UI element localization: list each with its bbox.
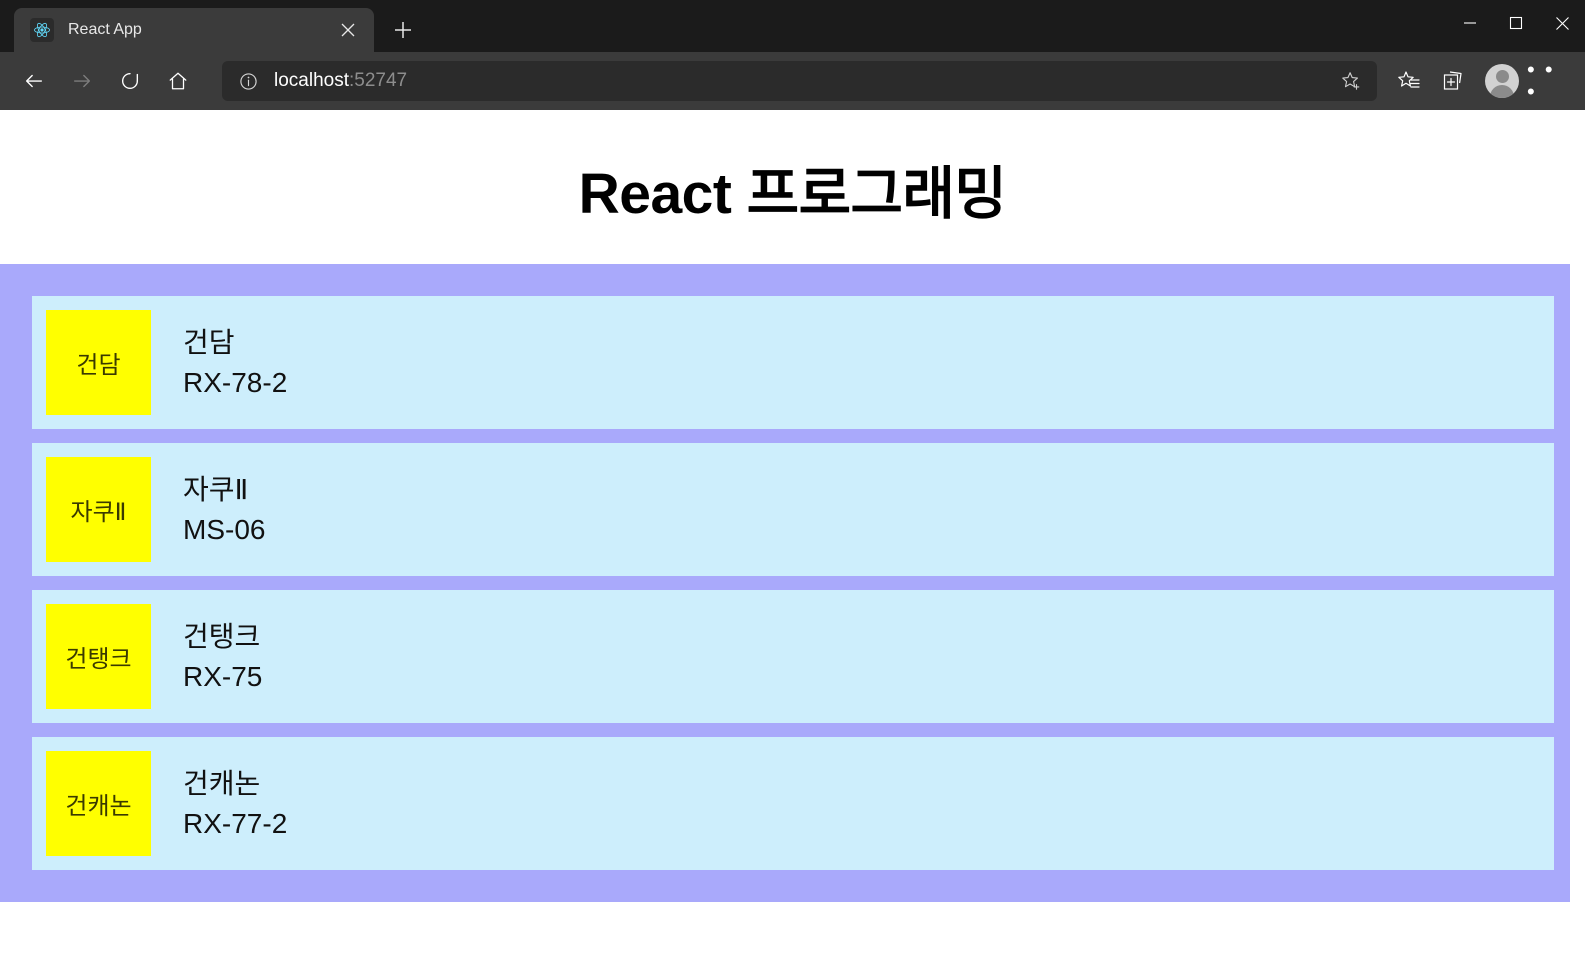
- avatar-body: [1490, 85, 1514, 98]
- toolbar-actions: • • •: [1389, 57, 1571, 104]
- item-name: 건탱크: [183, 620, 261, 652]
- list-item[interactable]: 건탱크 건탱크 RX-75: [32, 590, 1554, 723]
- address-bar-url: localhost:52747: [274, 70, 1333, 92]
- react-atom-icon: [30, 18, 54, 42]
- star-add-icon[interactable]: [1333, 63, 1369, 99]
- page-viewport: React 프로그래밍 건담 건담 RX-78-2 자쿠Ⅱ 자쿠Ⅱ MS-06 …: [0, 110, 1585, 973]
- mobile-suit-list: 건담 건담 RX-78-2 자쿠Ⅱ 자쿠Ⅱ MS-06 건탱크 건탱크 RX-7…: [0, 264, 1570, 902]
- item-thumbnail: 자쿠Ⅱ: [46, 457, 151, 562]
- close-icon[interactable]: [334, 16, 362, 44]
- window-controls: [1447, 0, 1585, 46]
- forward-arrow-icon[interactable]: [62, 61, 102, 101]
- maximize-button[interactable]: [1493, 0, 1539, 46]
- item-info: 건담 RX-78-2: [183, 323, 287, 403]
- browser-toolbar: localhost:52747 • • •: [0, 52, 1585, 110]
- item-info: 자쿠Ⅱ MS-06: [183, 470, 265, 550]
- item-info: 건탱크 RX-75: [183, 617, 262, 697]
- collections-add-icon[interactable]: [1433, 61, 1473, 101]
- item-code: RX-77-2: [183, 807, 288, 839]
- item-info: 건캐논 RX-77-2: [183, 764, 287, 844]
- url-host: localhost: [274, 70, 349, 91]
- list-item[interactable]: 자쿠Ⅱ 자쿠Ⅱ MS-06: [32, 443, 1554, 576]
- address-bar[interactable]: localhost:52747: [222, 61, 1377, 101]
- new-tab-button[interactable]: [384, 11, 422, 49]
- item-name: 건담: [183, 326, 235, 358]
- ellipsis-icon[interactable]: • • •: [1527, 57, 1567, 104]
- star-list-icon[interactable]: [1389, 61, 1429, 101]
- settings-dots: • • •: [1527, 57, 1555, 104]
- home-icon[interactable]: [158, 61, 198, 101]
- avatar-head: [1495, 70, 1509, 83]
- item-name: 자쿠Ⅱ: [183, 473, 249, 505]
- browser-window: React App localhost:52747 • • • React 프로…: [0, 0, 1585, 973]
- list-item[interactable]: 건캐논 건캐논 RX-77-2: [32, 737, 1554, 870]
- refresh-icon[interactable]: [110, 61, 150, 101]
- item-thumbnail: 건캐논: [46, 751, 151, 856]
- back-arrow-icon[interactable]: [14, 61, 54, 101]
- item-name: 건캐논: [183, 767, 261, 799]
- item-code: MS-06: [183, 513, 266, 545]
- url-port: :52747: [349, 70, 408, 91]
- item-code: RX-75: [183, 660, 263, 692]
- page-title: React 프로그래밍: [578, 162, 1007, 226]
- tab-title: React App: [68, 21, 142, 38]
- tab-strip: React App: [0, 0, 1585, 52]
- list-item[interactable]: 건담 건담 RX-78-2: [32, 296, 1554, 429]
- item-thumbnail: 건담: [46, 310, 151, 415]
- minimize-button[interactable]: [1447, 0, 1493, 46]
- account-avatar-icon[interactable]: [1485, 64, 1519, 98]
- item-code: RX-78-2: [183, 366, 288, 398]
- browser-tab-react-app[interactable]: React App: [14, 8, 374, 52]
- info-circle-icon[interactable]: [236, 69, 260, 93]
- item-thumbnail: 건탱크: [46, 604, 151, 709]
- close-window-button[interactable]: [1539, 0, 1585, 46]
